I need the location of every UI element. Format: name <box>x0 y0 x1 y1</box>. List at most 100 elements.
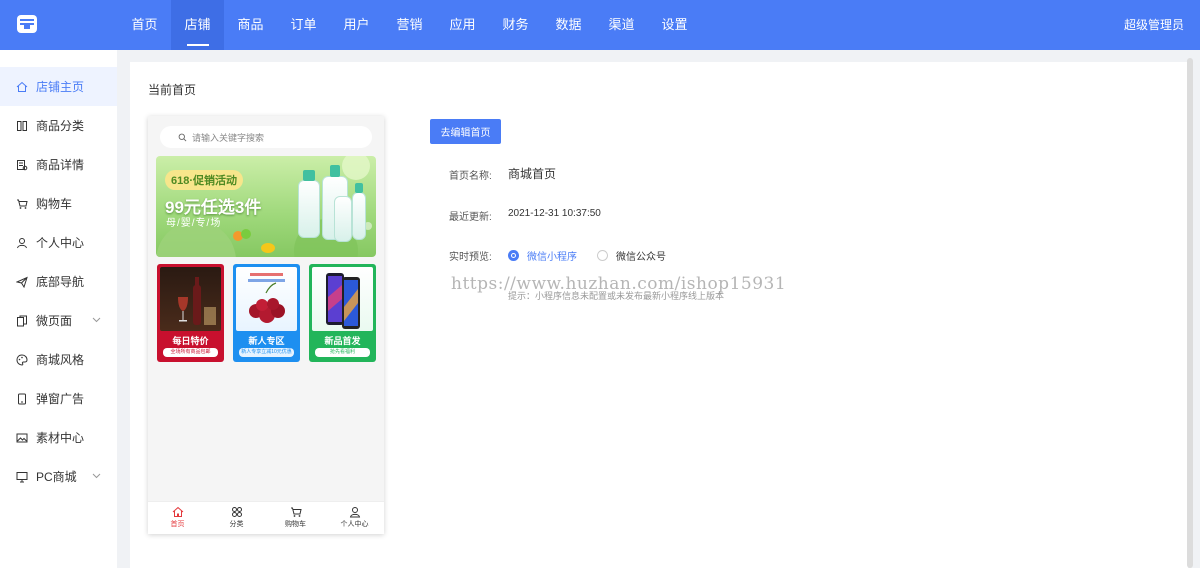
tab-cart[interactable]: 购物车 <box>266 502 325 534</box>
cherries-image <box>236 267 297 331</box>
image-icon <box>16 433 28 442</box>
admin-user-menu[interactable]: 超级管理员 <box>1124 0 1184 50</box>
card-subtitle: 抢先看福利 <box>315 348 370 357</box>
palette-icon <box>16 353 28 366</box>
product-bottle-image <box>298 180 320 238</box>
bottle-cap <box>330 165 340 177</box>
sidebar-item-micro-page[interactable]: 微页面 <box>0 301 117 340</box>
card-subtitle: 全场所有商品包邮 <box>163 348 218 357</box>
cart-icon <box>290 507 302 517</box>
cherries-image-art <box>248 273 285 323</box>
tab-label: 首页 <box>170 521 185 528</box>
live-preview-label: 实时预览: <box>449 252 492 263</box>
search-placeholder: 请输入关键字搜索 <box>192 132 265 143</box>
card-new-arrival[interactable]: 新品首发 抢先看福利 <box>309 264 376 362</box>
nav-item-products[interactable]: 商品 <box>224 0 277 50</box>
chevron-down-icon[interactable] <box>92 471 101 480</box>
radio-checked-icon <box>508 250 519 261</box>
sidebar-item-label: 购物车 <box>36 197 73 211</box>
homepage-name-label: 首页名称: <box>449 171 492 182</box>
nav-item-channels[interactable]: 渠道 <box>595 0 648 50</box>
card-title: 每日特价 <box>172 336 209 346</box>
cart-icon <box>17 199 28 209</box>
card-daily-deal[interactable]: 每日特价 全场所有商品包邮 <box>157 264 224 362</box>
edit-homepage-button[interactable]: 去编辑首页 <box>430 119 501 144</box>
sidebar-item-popup-ad[interactable]: 弹窗广告 <box>0 379 117 418</box>
page-title: 当前首页 <box>148 83 197 97</box>
bottle-cap <box>355 183 363 193</box>
bottle-cap <box>303 170 315 181</box>
sidebar-item-bottom-nav[interactable]: 底部导航 <box>0 262 117 301</box>
card-subtitle: 新人专享立减10元优惠 <box>239 348 294 357</box>
nav-item-home[interactable]: 首页 <box>118 0 171 50</box>
nav-item-marketing[interactable]: 营销 <box>383 0 436 50</box>
mobile-preview: 请输入关键字搜索 618·促销活动 99元任选3件 母/婴/专/场 每日特价 全… <box>148 116 384 534</box>
sidebar-item-category[interactable]: 商品分类 <box>0 106 117 145</box>
sidebar-item-label: 微页面 <box>36 314 73 328</box>
scrollbar[interactable] <box>1187 58 1193 568</box>
tab-personal-center[interactable]: 个人中心 <box>325 502 384 534</box>
tab-home[interactable]: 首页 <box>148 502 207 534</box>
sidebar-item-store-home[interactable]: 店铺主页 <box>0 67 117 106</box>
radio-unchecked-icon <box>597 250 608 261</box>
nav-item-apps[interactable]: 应用 <box>436 0 489 50</box>
tab-label: 购物车 <box>285 521 306 528</box>
promo-banner[interactable]: 618·促销活动 99元任选3件 母/婴/专/场 <box>156 156 376 257</box>
watermark: https://www.huzhan.com/ishop15931 <box>451 274 787 294</box>
tab-label: 分类 <box>229 521 244 528</box>
sidebar-item-product-detail[interactable]: 商品详情 <box>0 145 117 184</box>
feature-cards: 每日特价 全场所有商品包邮 新人专区 新人专享立减10元优惠 新品首发 抢先看福… <box>157 264 376 362</box>
radio-wechat-official-account[interactable]: 微信公众号 <box>597 248 666 263</box>
sidebar-item-label: 商品分类 <box>36 119 85 133</box>
sidebar-item-material-center[interactable]: 素材中心 <box>0 418 117 457</box>
sidebar-item-mall-style[interactable]: 商城风格 <box>0 340 117 379</box>
search-input[interactable]: 请输入关键字搜索 <box>160 126 372 148</box>
card-title: 新人专区 <box>248 336 285 346</box>
tab-category[interactable]: 分类 <box>207 502 266 534</box>
banner-subline: 母/婴/专/场 <box>166 218 222 229</box>
main-nav: 首页 店铺 商品 订单 用户 营销 应用 财务 数据 渠道 设置 <box>118 0 701 50</box>
sidebar-item-label: 个人中心 <box>36 236 85 250</box>
top-navbar: 首页 店铺 商品 订单 用户 营销 应用 财务 数据 渠道 设置 超级管理员 <box>0 0 1200 50</box>
last-updated-label: 最近更新: <box>449 212 492 223</box>
sidebar-item-label: 商城风格 <box>36 353 85 367</box>
product-bottle-image <box>334 196 352 242</box>
grid-icon <box>231 507 242 517</box>
radio-label: 微信公众号 <box>616 252 666 263</box>
sidebar-item-label: 素材中心 <box>36 431 85 445</box>
sidebar-item-label: 店铺主页 <box>36 80 85 94</box>
sidebar-item-label: 弹窗广告 <box>36 392 85 406</box>
detail-icon <box>17 159 28 170</box>
preview-tabbar: 首页 分类 购物车 个人中心 <box>148 501 384 534</box>
copy-icon <box>17 315 27 326</box>
banner-tag: 618·促销活动 <box>165 170 244 190</box>
category-icon <box>17 120 27 131</box>
chevron-down-icon[interactable] <box>92 315 101 324</box>
phones-image <box>312 267 373 331</box>
nav-item-users[interactable]: 用户 <box>330 0 383 50</box>
card-new-user[interactable]: 新人专区 新人专享立减10元优惠 <box>233 264 300 362</box>
nav-item-finance[interactable]: 财务 <box>489 0 542 50</box>
nav-item-data[interactable]: 数据 <box>542 0 595 50</box>
sidebar-item-pc-mall[interactable]: PC商城 <box>0 457 117 496</box>
nav-item-settings[interactable]: 设置 <box>648 0 701 50</box>
home-icon <box>172 506 183 517</box>
home-icon <box>16 81 28 92</box>
sidebar-item-personal-center[interactable]: 个人中心 <box>0 223 117 262</box>
wine-image-art <box>178 277 216 325</box>
product-bottle-image <box>352 192 366 240</box>
sidebar: 店铺主页 商品分类 商品详情 购物车 个人中心 底部导航 微页面 商城风格 弹窗… <box>0 50 117 568</box>
sidebar-item-label: PC商城 <box>36 470 77 484</box>
sidebar-item-cart[interactable]: 购物车 <box>0 184 117 223</box>
nav-item-store[interactable]: 店铺 <box>171 0 224 50</box>
store-logo-icon[interactable] <box>16 14 38 34</box>
nav-item-orders[interactable]: 订单 <box>277 0 330 50</box>
tablet-icon <box>18 393 26 404</box>
sidebar-item-label: 商品详情 <box>36 158 85 172</box>
send-icon <box>16 276 28 288</box>
radio-wechat-miniprogram[interactable]: 微信小程序 <box>508 248 577 263</box>
sidebar-item-label: 底部导航 <box>36 275 85 289</box>
card-title: 新品首发 <box>324 336 361 346</box>
wine-image <box>160 267 221 331</box>
monitor-icon <box>16 471 28 482</box>
